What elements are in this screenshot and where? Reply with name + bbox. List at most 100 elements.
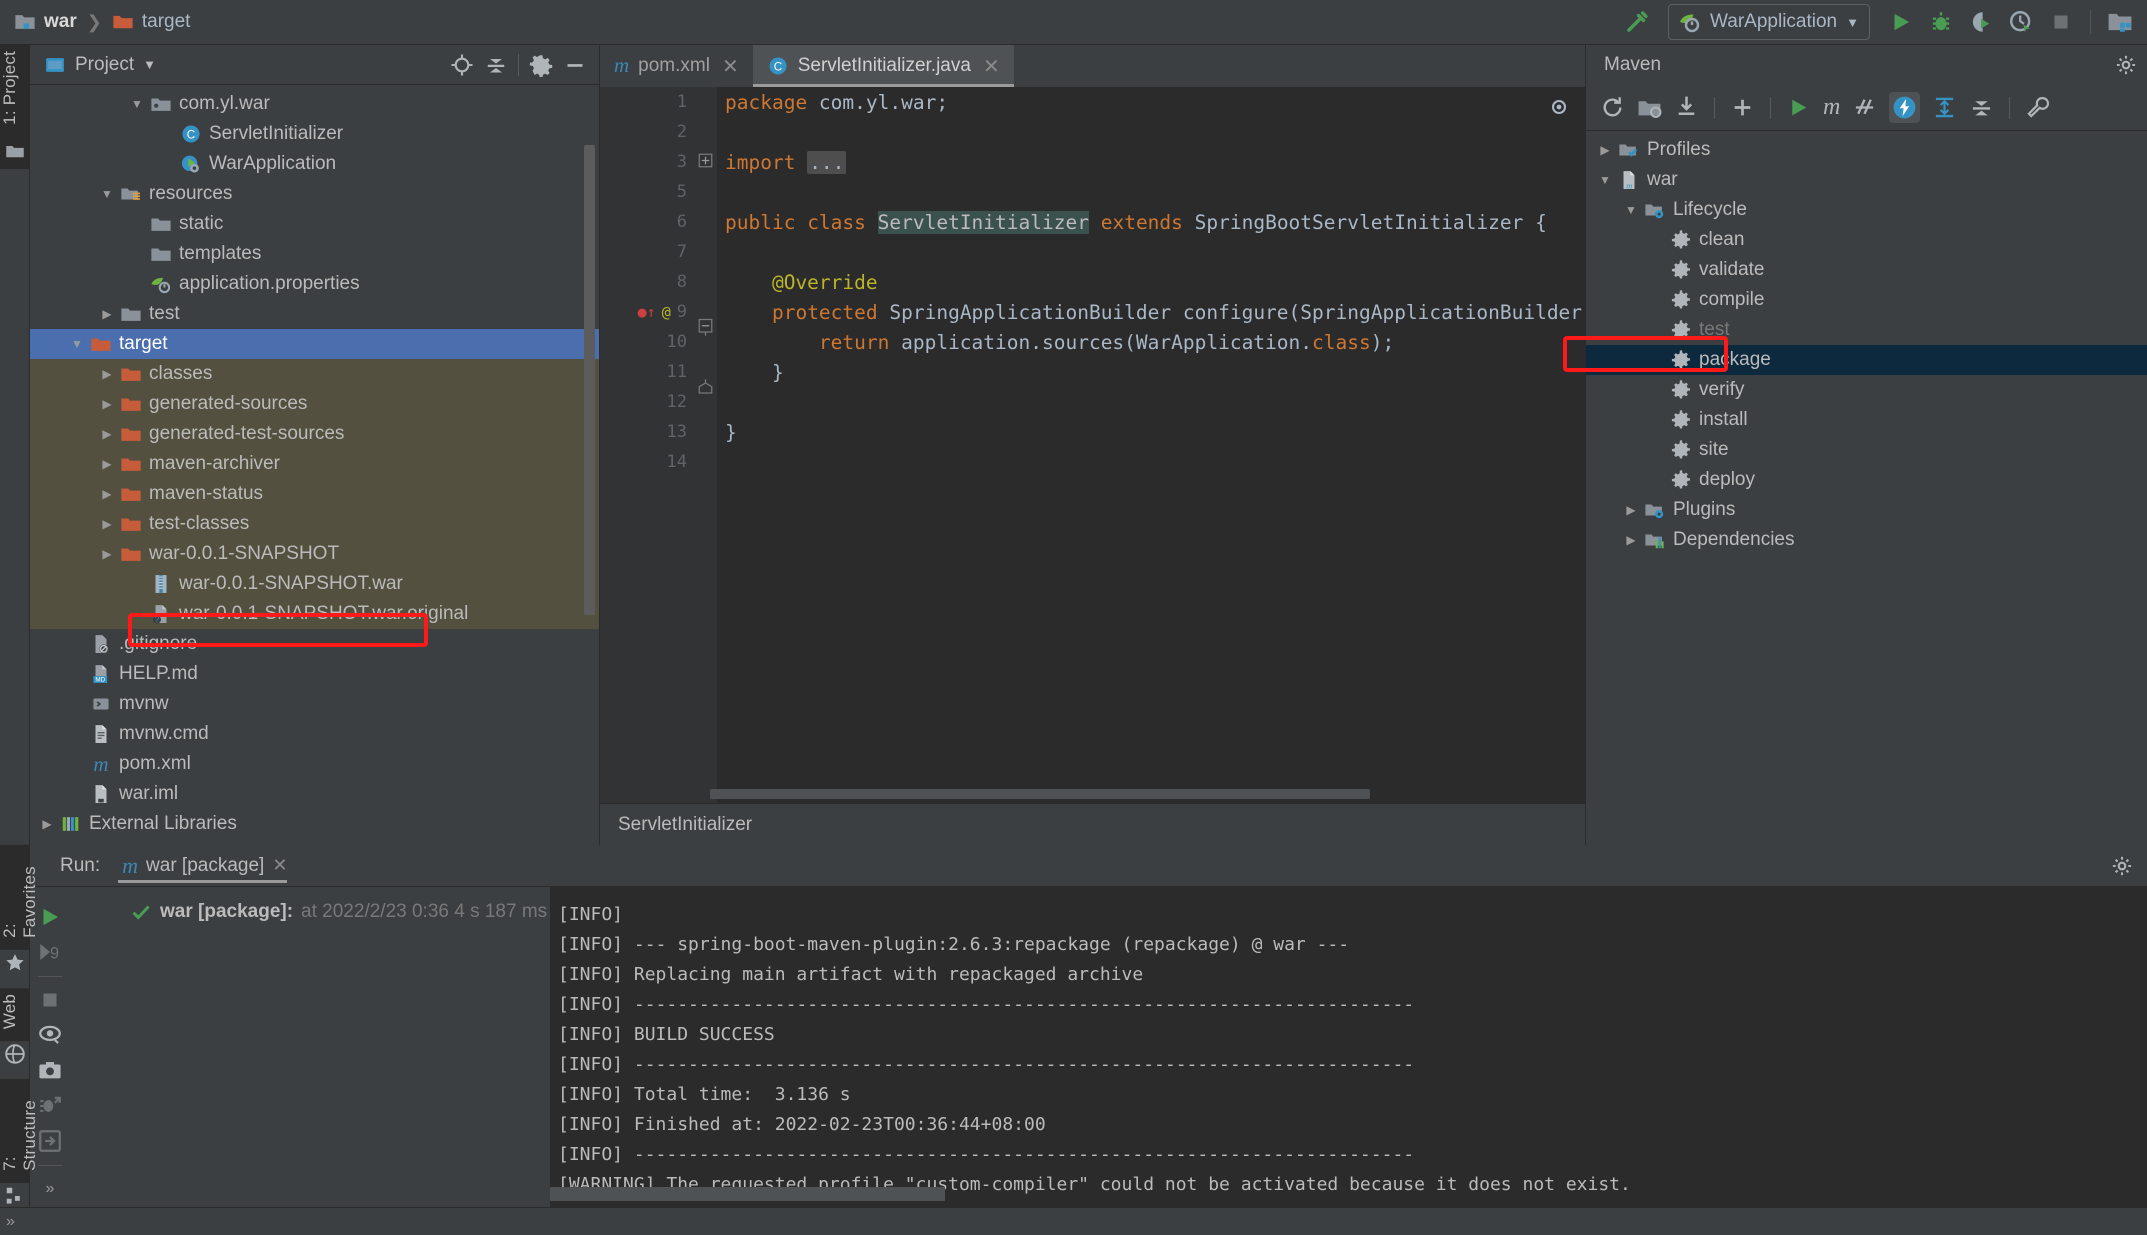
project-tree-row[interactable]: .gitignore — [30, 629, 599, 659]
project-tree-row[interactable]: war-0.0.1-SNAPSHOT.war — [30, 569, 599, 599]
maven-tree-row[interactable]: verify — [1586, 375, 2147, 405]
editor-tab-bar[interactable]: m pom.xml ✕ C ServletInitializer.java ✕ — [600, 45, 1585, 87]
run-tree-row[interactable]: war [package]: at 2022/2/23 0:36 4 s 187… — [70, 901, 550, 923]
profile-icon[interactable] — [2002, 3, 2040, 41]
project-tree-row[interactable]: ▶ generated-sources — [30, 389, 599, 419]
project-tree-row[interactable]: MD HELP.md — [30, 659, 599, 689]
editor-breadcrumb[interactable]: ServletInitializer — [600, 803, 1585, 845]
editor-tab[interactable]: m pom.xml ✕ — [600, 45, 753, 87]
editor-tab[interactable]: C ServletInitializer.java ✕ — [752, 45, 1014, 87]
code-line[interactable] — [725, 237, 1585, 267]
editor-horizontal-scrollbar[interactable] — [710, 789, 1370, 799]
project-tree-row[interactable]: m pom.xml — [30, 749, 599, 779]
chevron-right-icon[interactable]: ▶ — [96, 487, 118, 501]
maven-tree-row[interactable]: ▶ Profiles — [1586, 135, 2147, 165]
console-horizontal-scrollbar[interactable] — [550, 1187, 945, 1201]
chevron-down-icon[interactable]: ▼ — [1620, 203, 1642, 217]
editor-code-area[interactable]: 1 2 3 5 6 7 8 ●↑ @9 10 11 12 13 14 package com.yl — [600, 87, 1585, 803]
maven-tree-row[interactable]: clean — [1586, 225, 2147, 255]
locate-icon[interactable] — [450, 53, 474, 77]
chevron-right-icon[interactable]: ▶ — [96, 517, 118, 531]
add-icon[interactable] — [1730, 95, 1755, 120]
collapse-all-icon[interactable] — [484, 53, 508, 77]
chevron-right-icon[interactable]: ▶ — [96, 367, 118, 381]
code-line[interactable]: protected SpringApplicationBuilder confi… — [725, 297, 1585, 327]
fold-marker-method-end[interactable] — [698, 379, 717, 397]
run-tab[interactable]: m war [package] ✕ — [118, 853, 295, 883]
chevron-down-icon[interactable]: ▼ — [1594, 173, 1616, 187]
project-tree-row[interactable]: ▼ target — [30, 329, 599, 359]
close-icon[interactable]: ✕ — [722, 54, 739, 79]
fold-marker-method-start[interactable] — [698, 318, 717, 336]
chevron-down-icon[interactable]: ▼ — [66, 337, 88, 351]
project-tree-row[interactable]: ▶ test — [30, 299, 599, 329]
chevron-down-icon[interactable]: ▼ — [126, 97, 148, 111]
maven-tree-row[interactable]: validate — [1586, 255, 2147, 285]
run-coverage-icon[interactable] — [1962, 3, 2000, 41]
code-line[interactable]: public class ServletInitializer extends … — [725, 207, 1585, 237]
code-line[interactable] — [725, 177, 1585, 207]
maven-tree-row[interactable]: site — [1586, 435, 2147, 465]
execute-maven-goal-icon[interactable]: m — [1823, 94, 1840, 121]
project-tree-row[interactable]: templates — [30, 239, 599, 269]
project-tree-row[interactable]: ▼ resources — [30, 179, 599, 209]
project-tree-row[interactable]: ▶ External Libraries — [30, 809, 599, 839]
run-icon[interactable] — [1786, 95, 1811, 120]
toggle-soft-wrap-icon[interactable] — [30, 1018, 70, 1053]
toggle-offline-mode-icon[interactable] — [1889, 92, 1921, 123]
project-tree-row[interactable]: mvnw — [30, 689, 599, 719]
code-line[interactable] — [725, 117, 1585, 147]
close-icon[interactable]: ✕ — [983, 54, 1000, 79]
more-options-icon[interactable]: » — [6, 1213, 15, 1231]
code-line[interactable] — [725, 447, 1585, 477]
breadcrumb-project[interactable]: war — [14, 11, 77, 33]
chevron-right-icon[interactable]: ▶ — [96, 457, 118, 471]
code-line[interactable]: return application.sources(WarApplicatio… — [725, 327, 1585, 357]
breadcrumb-folder[interactable]: target — [112, 11, 190, 33]
chevron-right-icon[interactable]: ▶ — [1620, 503, 1642, 517]
reader-mode-eye-icon[interactable] — [1547, 95, 1571, 119]
run-console-output[interactable]: [INFO] [INFO] --- spring-boot-maven-plugi… — [550, 887, 2147, 1207]
project-tree-row[interactable]: mvnw.cmd — [30, 719, 599, 749]
project-tree-row[interactable]: ▶ maven-status — [30, 479, 599, 509]
code-line[interactable]: package com.yl.war; — [725, 87, 1585, 117]
run-icon[interactable] — [1882, 3, 1920, 41]
run-tree[interactable]: war [package]: at 2022/2/23 0:36 4 s 187… — [70, 887, 550, 1207]
code-line[interactable]: } — [725, 357, 1585, 387]
maven-tree-row[interactable]: compile — [1586, 285, 2147, 315]
project-tree-row[interactable]: ▶ war-0.0.1-SNAPSHOT — [30, 539, 599, 569]
code-line[interactable]: import ... — [725, 147, 1585, 177]
code-line[interactable]: } — [725, 417, 1585, 447]
screenshot-icon[interactable] — [30, 1053, 70, 1088]
settings-gear-icon[interactable] — [2115, 54, 2137, 76]
expand-all-icon[interactable] — [1932, 95, 1957, 120]
code-line[interactable] — [725, 387, 1585, 417]
download-sources-icon[interactable] — [1674, 95, 1699, 120]
project-tree-row[interactable]: ▶ classes — [30, 359, 599, 389]
project-tree-row[interactable]: ? war-0.0.1-SNAPSHOT.war.original — [30, 599, 599, 629]
hide-icon[interactable] — [563, 53, 587, 77]
add-maven-project-icon[interactable] — [1637, 95, 1662, 120]
maven-tree-row[interactable]: install — [1586, 405, 2147, 435]
debug-icon[interactable] — [1922, 3, 1960, 41]
reload-icon[interactable] — [1600, 95, 1625, 120]
project-tree-row[interactable]: ▶ maven-archiver — [30, 449, 599, 479]
stop-icon[interactable] — [30, 982, 70, 1017]
toggle-skip-tests-icon[interactable] — [1852, 95, 1877, 120]
chevron-right-icon[interactable]: ▶ — [96, 307, 118, 321]
settings-gear-icon[interactable] — [2111, 855, 2147, 877]
maven-tree-row[interactable]: ▶ Plugins — [1586, 495, 2147, 525]
chevron-right-icon[interactable]: ▶ — [36, 817, 58, 831]
more-options-icon[interactable]: » — [30, 1172, 70, 1207]
maven-tree-row[interactable]: deploy — [1586, 465, 2147, 495]
project-tree-row[interactable]: WarApplication — [30, 149, 599, 179]
chevron-right-icon[interactable]: ▶ — [96, 547, 118, 561]
editor-source-code[interactable]: package com.yl.war; import ... public clas… — [717, 87, 1585, 803]
maven-tree-row[interactable]: package — [1586, 345, 2147, 375]
chevron-right-icon[interactable]: ▶ — [96, 397, 118, 411]
editor-fold-column[interactable] — [695, 87, 717, 803]
settings-gear-icon[interactable] — [529, 53, 553, 77]
sidebar-item-project[interactable]: 1: Project — [0, 45, 30, 169]
project-tree-row[interactable]: ▶ test-classes — [30, 509, 599, 539]
maven-tree[interactable]: ▶ Profiles ▼ m war ▼ Lifecycle clean validate com… — [1586, 131, 2147, 845]
